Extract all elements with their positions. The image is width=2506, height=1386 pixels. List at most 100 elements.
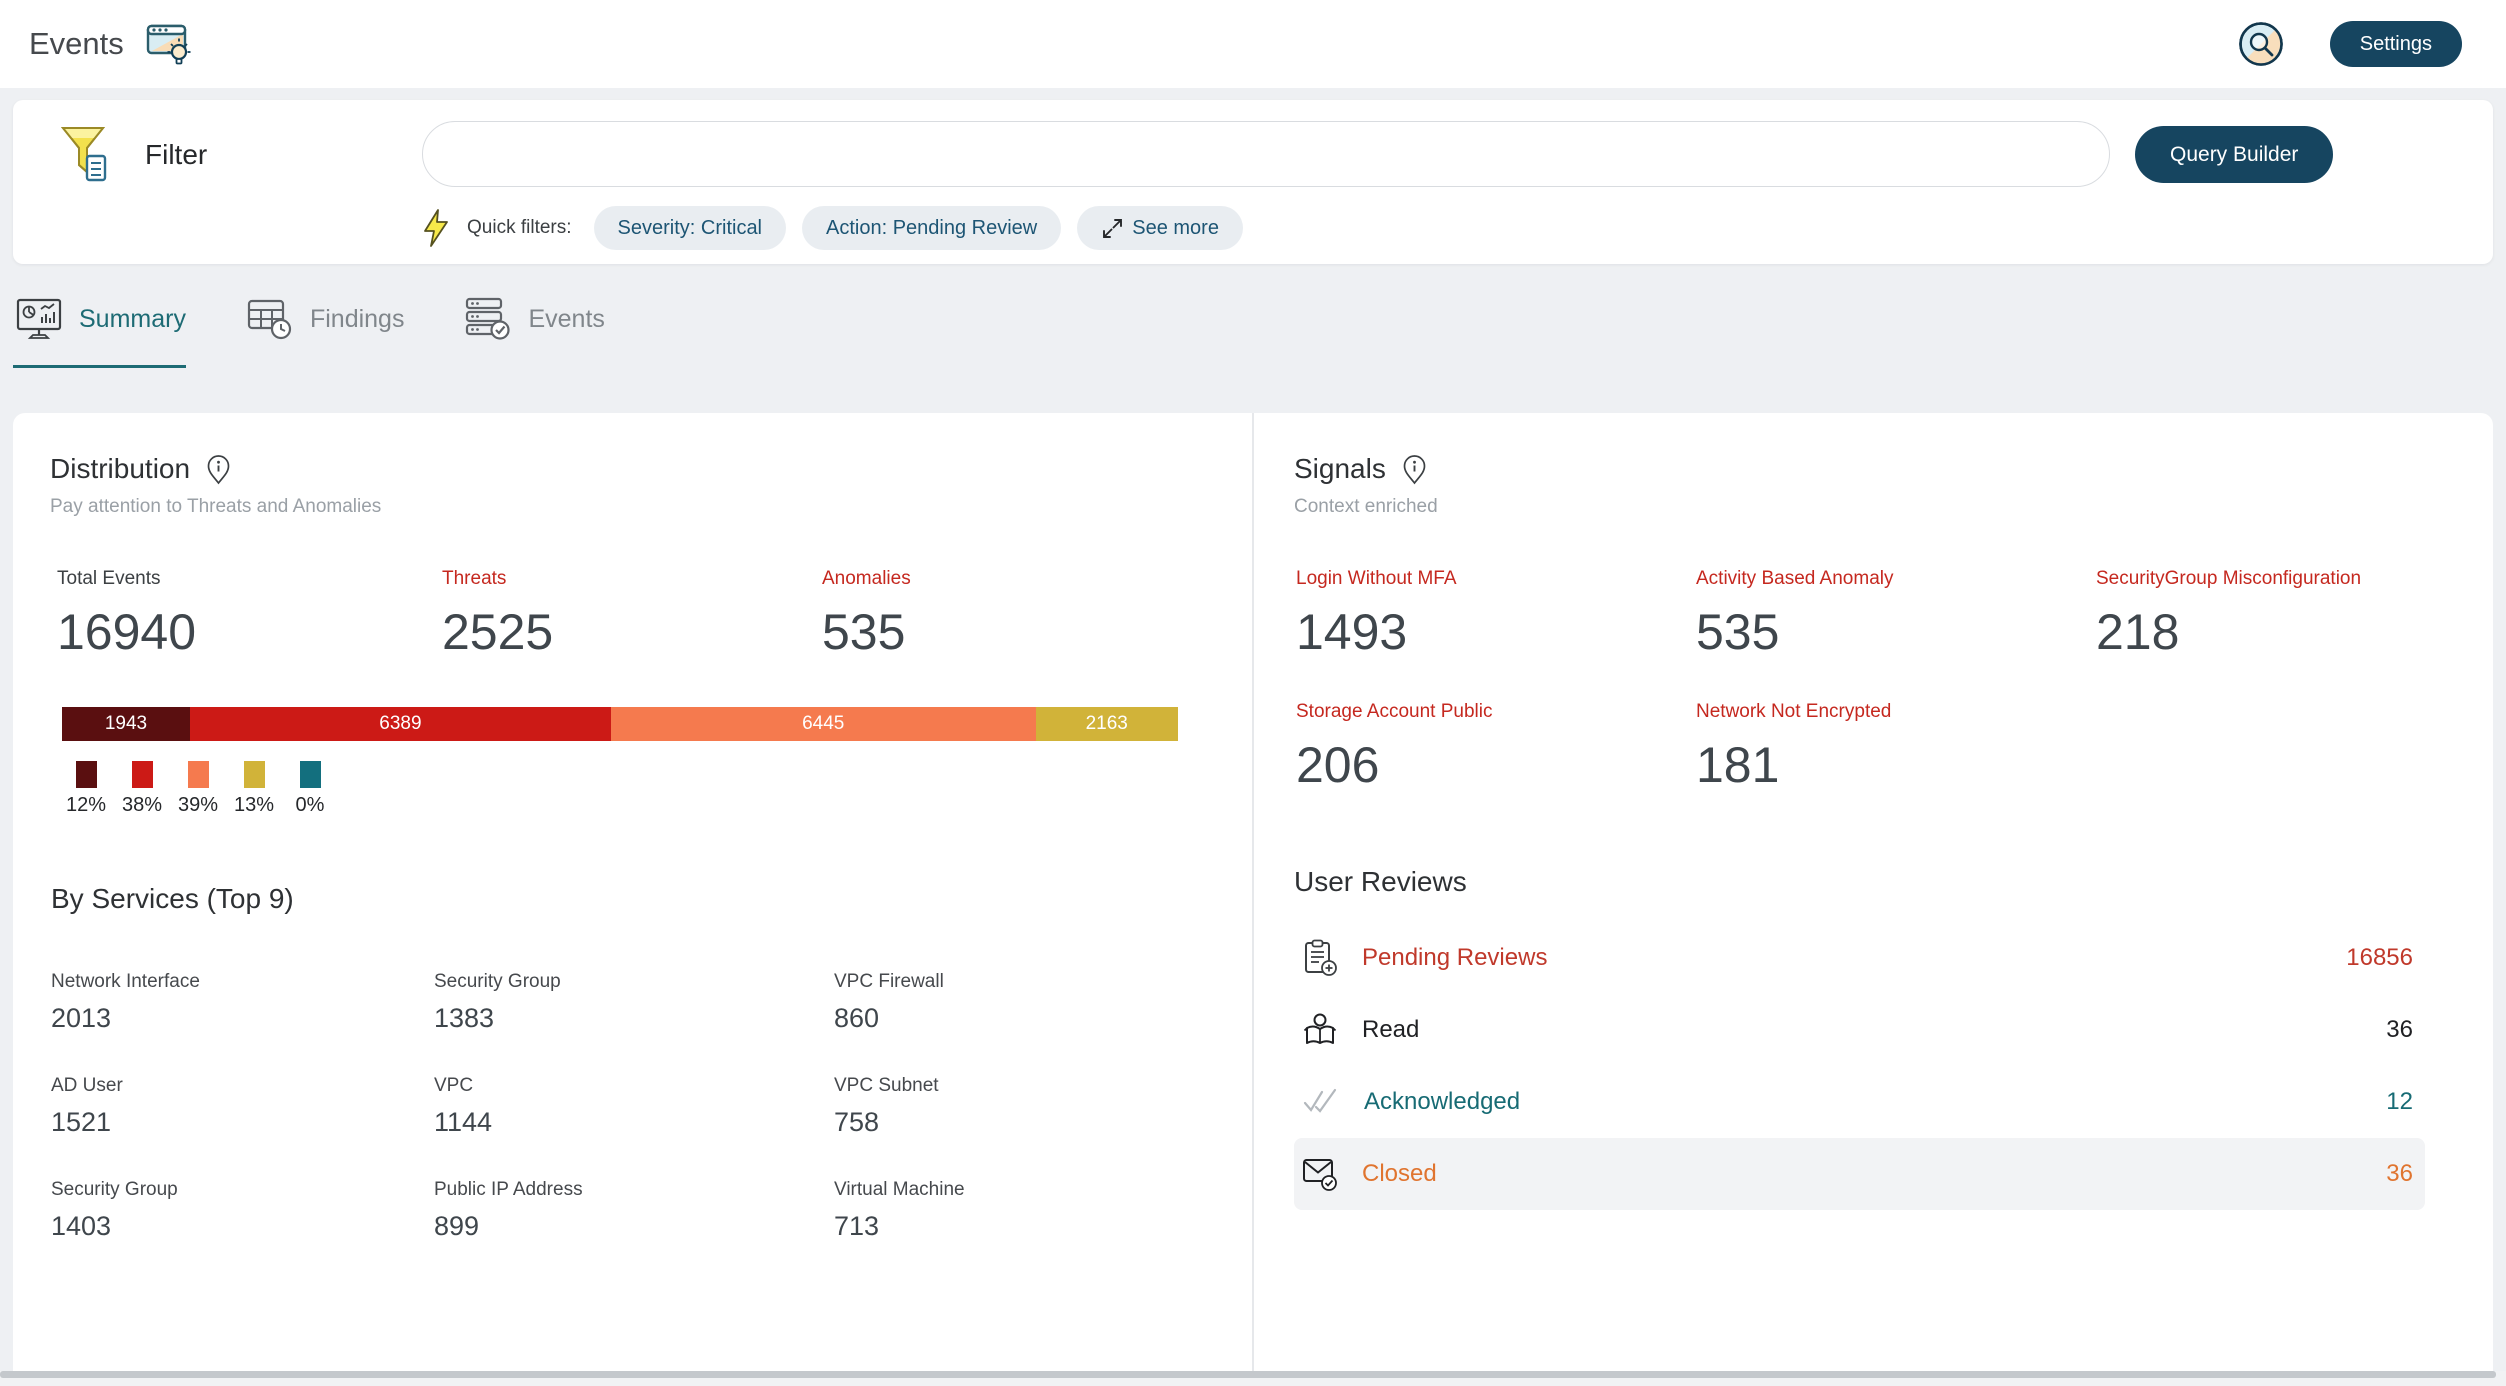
service-value: 1403 [51, 1211, 434, 1242]
envelope-check-icon [1302, 1156, 1338, 1192]
signal-network-not-encrypted: Network Not Encrypted 181 [1696, 701, 2096, 794]
service-item: Public IP Address 899 [434, 1179, 834, 1242]
legend-percent: 12% [66, 794, 106, 817]
service-label: VPC Subnet [834, 1075, 1202, 1097]
service-label: Security Group [51, 1179, 434, 1201]
service-label: Public IP Address [434, 1179, 834, 1201]
query-builder-button[interactable]: Query Builder [2135, 126, 2333, 183]
search-button[interactable] [2238, 21, 2284, 67]
clipboard-plus-icon [1302, 939, 1338, 977]
legend-percent: 0% [296, 794, 325, 817]
signal-label: Network Not Encrypted [1696, 701, 2096, 723]
stat-label: Threats [442, 568, 822, 590]
settings-button[interactable]: Settings [2330, 21, 2462, 67]
stat-value: 16940 [57, 603, 442, 661]
service-item: VPC Firewall 860 [834, 971, 1202, 1034]
quick-filter-chip-severity-critical[interactable]: Severity: Critical [594, 206, 786, 250]
filter-input[interactable] [422, 121, 2110, 187]
filter-label: Filter [145, 139, 207, 171]
distribution-legend: 12% 38% 39% 13% 0% [64, 761, 1202, 817]
chip-label: Action: Pending Review [826, 217, 1037, 240]
legend-percent: 38% [122, 794, 162, 817]
legend-percent: 39% [178, 794, 218, 817]
service-value: 758 [834, 1107, 1202, 1138]
review-value: 36 [2386, 1160, 2413, 1188]
chip-label: Severity: Critical [618, 217, 762, 240]
review-value: 12 [2386, 1088, 2413, 1116]
service-item: VPC Subnet 758 [834, 1075, 1202, 1138]
signal-value: 535 [1696, 603, 2096, 661]
legend-swatch [300, 761, 321, 788]
tab-label: Findings [310, 305, 405, 334]
distribution-subtitle: Pay attention to Threats and Anomalies [50, 496, 1202, 518]
service-value: 713 [834, 1211, 1202, 1242]
service-item: Security Group 1403 [51, 1179, 434, 1242]
signal-value: 181 [1696, 736, 2096, 794]
events-server-check-icon [465, 297, 511, 341]
bar-segment[interactable]: 2163 [1036, 707, 1178, 741]
review-row-pending-reviews[interactable]: Pending Reviews 16856 [1294, 922, 2425, 994]
review-label: Closed [1362, 1160, 1437, 1188]
service-label: AD User [51, 1075, 434, 1097]
info-icon[interactable] [205, 454, 232, 485]
service-label: VPC Firewall [834, 971, 1202, 993]
events-window-bulb-icon [146, 22, 194, 66]
by-services-grid: Network Interface 2013 Security Group 13… [50, 971, 1202, 1242]
legend-percent: 13% [234, 794, 274, 817]
signals-panel: Signals Context enriched Login Without M… [1254, 413, 2493, 1386]
legend-item: 0% [288, 761, 332, 817]
info-icon[interactable] [1401, 454, 1428, 485]
lightning-icon [421, 208, 451, 248]
signal-activity-based-anomaly: Activity Based Anomaly 535 [1696, 568, 2096, 661]
review-row-read[interactable]: Read 36 [1294, 994, 2425, 1066]
expand-arrows-icon [1101, 217, 1124, 240]
by-services-title: By Services (Top 9) [50, 883, 1202, 915]
stat-total-events: Total Events 16940 [57, 568, 442, 661]
service-item: Security Group 1383 [434, 971, 834, 1034]
review-row-acknowledged[interactable]: Acknowledged 12 [1294, 1066, 2425, 1138]
service-value: 899 [434, 1211, 834, 1242]
legend-swatch [188, 761, 209, 788]
quick-filters-label: Quick filters: [467, 217, 572, 239]
legend-swatch [76, 761, 97, 788]
chip-label: See more [1132, 217, 1219, 240]
topbar: Events Settings [0, 0, 2506, 88]
horizontal-scrollbar-track [0, 1371, 2506, 1386]
signal-value: 206 [1296, 736, 1696, 794]
review-label: Acknowledged [1364, 1088, 1520, 1116]
signal-securitygroup-misconfiguration: SecurityGroup Misconfiguration 218 [2096, 568, 2447, 661]
tab-findings[interactable]: Findings [244, 297, 405, 368]
user-reviews-title: User Reviews [1294, 866, 2447, 898]
service-item: VPC 1144 [434, 1075, 834, 1138]
signal-value: 1493 [1296, 603, 1696, 661]
service-item: Network Interface 2013 [51, 971, 434, 1034]
horizontal-scrollbar-thumb[interactable] [0, 1371, 2496, 1378]
tab-label: Events [528, 305, 604, 334]
service-item: Virtual Machine 713 [834, 1179, 1202, 1242]
see-more-chip[interactable]: See more [1077, 206, 1243, 250]
stat-anomalies: Anomalies 535 [822, 568, 1202, 661]
service-value: 1521 [51, 1107, 434, 1138]
review-label: Pending Reviews [1362, 944, 1547, 972]
tab-summary[interactable]: Summary [13, 297, 186, 368]
signal-label: Storage Account Public [1296, 701, 1696, 723]
bar-segment[interactable]: 1943 [62, 707, 190, 741]
bar-segment[interactable]: 6389 [190, 707, 611, 741]
filter-left: Filter [57, 100, 207, 210]
search-icon [2238, 21, 2284, 67]
stat-value: 2525 [442, 603, 822, 661]
review-row-closed[interactable]: Closed 36 [1294, 1138, 2425, 1210]
legend-item: 13% [232, 761, 276, 817]
quick-filter-chip-action-pending-review[interactable]: Action: Pending Review [802, 206, 1061, 250]
stat-label: Total Events [57, 568, 442, 590]
signals-stats: Login Without MFA 1493 Activity Based An… [1294, 568, 2447, 794]
tab-events[interactable]: Events [462, 297, 604, 368]
service-value: 1383 [434, 1003, 834, 1034]
signal-value: 218 [2096, 603, 2447, 661]
bar-segment[interactable]: 6445 [611, 707, 1036, 741]
signal-label: Activity Based Anomaly [1696, 568, 2096, 590]
filter-card: Filter Query Builder Quick filters: Seve… [13, 100, 2493, 264]
signals-subtitle: Context enriched [1294, 496, 2447, 518]
signal-storage-account-public: Storage Account Public 206 [1296, 701, 1696, 794]
quick-filters-row: Quick filters: Severity: Critical Action… [421, 202, 1243, 254]
